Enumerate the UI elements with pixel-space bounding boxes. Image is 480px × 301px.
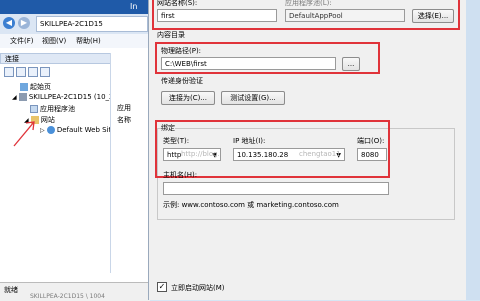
taskbar-text: SKILLPEA-2C1D15 \ 1004 xyxy=(30,293,105,300)
watermark-text: http://blog. xyxy=(181,150,220,158)
port-label: 端口(O): xyxy=(357,137,385,145)
iis-navigation-bar: ◀ ▶ SKILLPEA-2C1D15 xyxy=(0,14,150,35)
browse-button[interactable]: ... xyxy=(342,57,360,71)
status-text: 就绪 xyxy=(4,286,18,294)
server-icon xyxy=(18,93,27,101)
physical-path-input[interactable]: C:\WEB\first xyxy=(161,57,336,70)
globe-icon[interactable] xyxy=(4,67,14,77)
connect-as-button[interactable]: 连接为(C)... xyxy=(161,91,215,105)
physical-path-label: 物理路径(P): xyxy=(161,47,202,55)
select-app-pool-button[interactable]: 选择(E)... xyxy=(412,9,454,23)
tree-item-label: Default Web Site xyxy=(56,126,116,134)
port-input[interactable]: 8080 xyxy=(357,148,387,161)
site-name-label: 网站名称(S): xyxy=(157,0,198,7)
forward-icon[interactable]: ▶ xyxy=(18,17,30,29)
add-website-dialog: 网站名称(S): first 应用程序池(L): DefaultAppPool … xyxy=(148,0,467,300)
menu-file[interactable]: 文件(F) xyxy=(10,36,34,46)
app-pool-icon xyxy=(30,105,38,113)
save-icon[interactable] xyxy=(16,67,26,77)
tree-item-start-page[interactable]: 起始页 xyxy=(20,82,51,92)
type-label: 类型(T): xyxy=(163,137,190,145)
collapse-icon[interactable]: ◢ xyxy=(12,94,17,101)
hostname-example-text: 示例: www.contoso.com 或 marketing.contoso.… xyxy=(163,201,339,209)
passthrough-auth-label: 传递身份验证 xyxy=(161,77,203,85)
menu-view[interactable]: 视图(V) xyxy=(42,36,66,46)
ip-address-label: IP 地址(I): xyxy=(233,137,266,145)
background-desktop-strip xyxy=(466,0,480,300)
iis-menu-bar: 文件(F) 视图(V) 帮助(H) xyxy=(0,34,150,48)
status-bar: 就绪 SKILLPEA-2C1D15 \ 1004 xyxy=(0,282,150,301)
tree-item-label: 网站 xyxy=(40,116,55,124)
iis-manager-window: In ◀ ▶ SKILLPEA-2C1D15 文件(F) 视图(V) 帮助(H)… xyxy=(0,0,151,301)
type-select-value: http xyxy=(167,151,182,159)
menu-help[interactable]: 帮助(H) xyxy=(76,36,101,46)
expand-icon[interactable]: ▷ xyxy=(40,127,45,134)
tree-item-label: 起始页 xyxy=(30,83,51,91)
pane-label: 名称 xyxy=(117,116,131,124)
features-pane: 应用 名称 xyxy=(110,53,151,273)
pane-label: 应用 xyxy=(117,104,131,112)
test-settings-button[interactable]: 测试设置(G)... xyxy=(221,91,285,105)
ip-address-value: 10.135.180.28 xyxy=(237,151,289,159)
app-pool-field: DefaultAppPool xyxy=(285,9,405,22)
tree-item-label: 应用程序池 xyxy=(40,105,75,113)
hostname-label: 主机名(H): xyxy=(163,171,198,179)
iis-window-title: In xyxy=(130,2,138,11)
address-bar[interactable]: SKILLPEA-2C1D15 xyxy=(36,16,148,32)
tree-item-app-pools[interactable]: 应用程序池 xyxy=(30,104,75,114)
watermark-text: chengtao11 xyxy=(299,150,341,158)
refresh-icon[interactable] xyxy=(28,67,38,77)
address-path-item[interactable]: SKILLPEA-2C1D15 xyxy=(37,20,103,28)
globe-icon xyxy=(46,126,55,134)
start-immediately-label: 立即启动网站(M) xyxy=(171,284,225,292)
content-directory-group-label: 内容目录 xyxy=(157,31,185,39)
binding-group-label: 绑定 xyxy=(161,123,175,133)
red-arrow-annotation xyxy=(13,121,35,147)
back-icon[interactable]: ◀ xyxy=(3,17,15,29)
start-immediately-checkbox[interactable]: ✓ xyxy=(157,282,167,292)
start-page-icon xyxy=(20,83,28,91)
app-pool-label: 应用程序池(L): xyxy=(285,0,332,7)
connect-icon[interactable] xyxy=(40,67,50,77)
site-name-input[interactable]: first xyxy=(157,9,277,22)
hostname-input[interactable] xyxy=(163,182,389,195)
tree-item-default-web-site[interactable]: ▷ Default Web Site xyxy=(40,126,116,134)
